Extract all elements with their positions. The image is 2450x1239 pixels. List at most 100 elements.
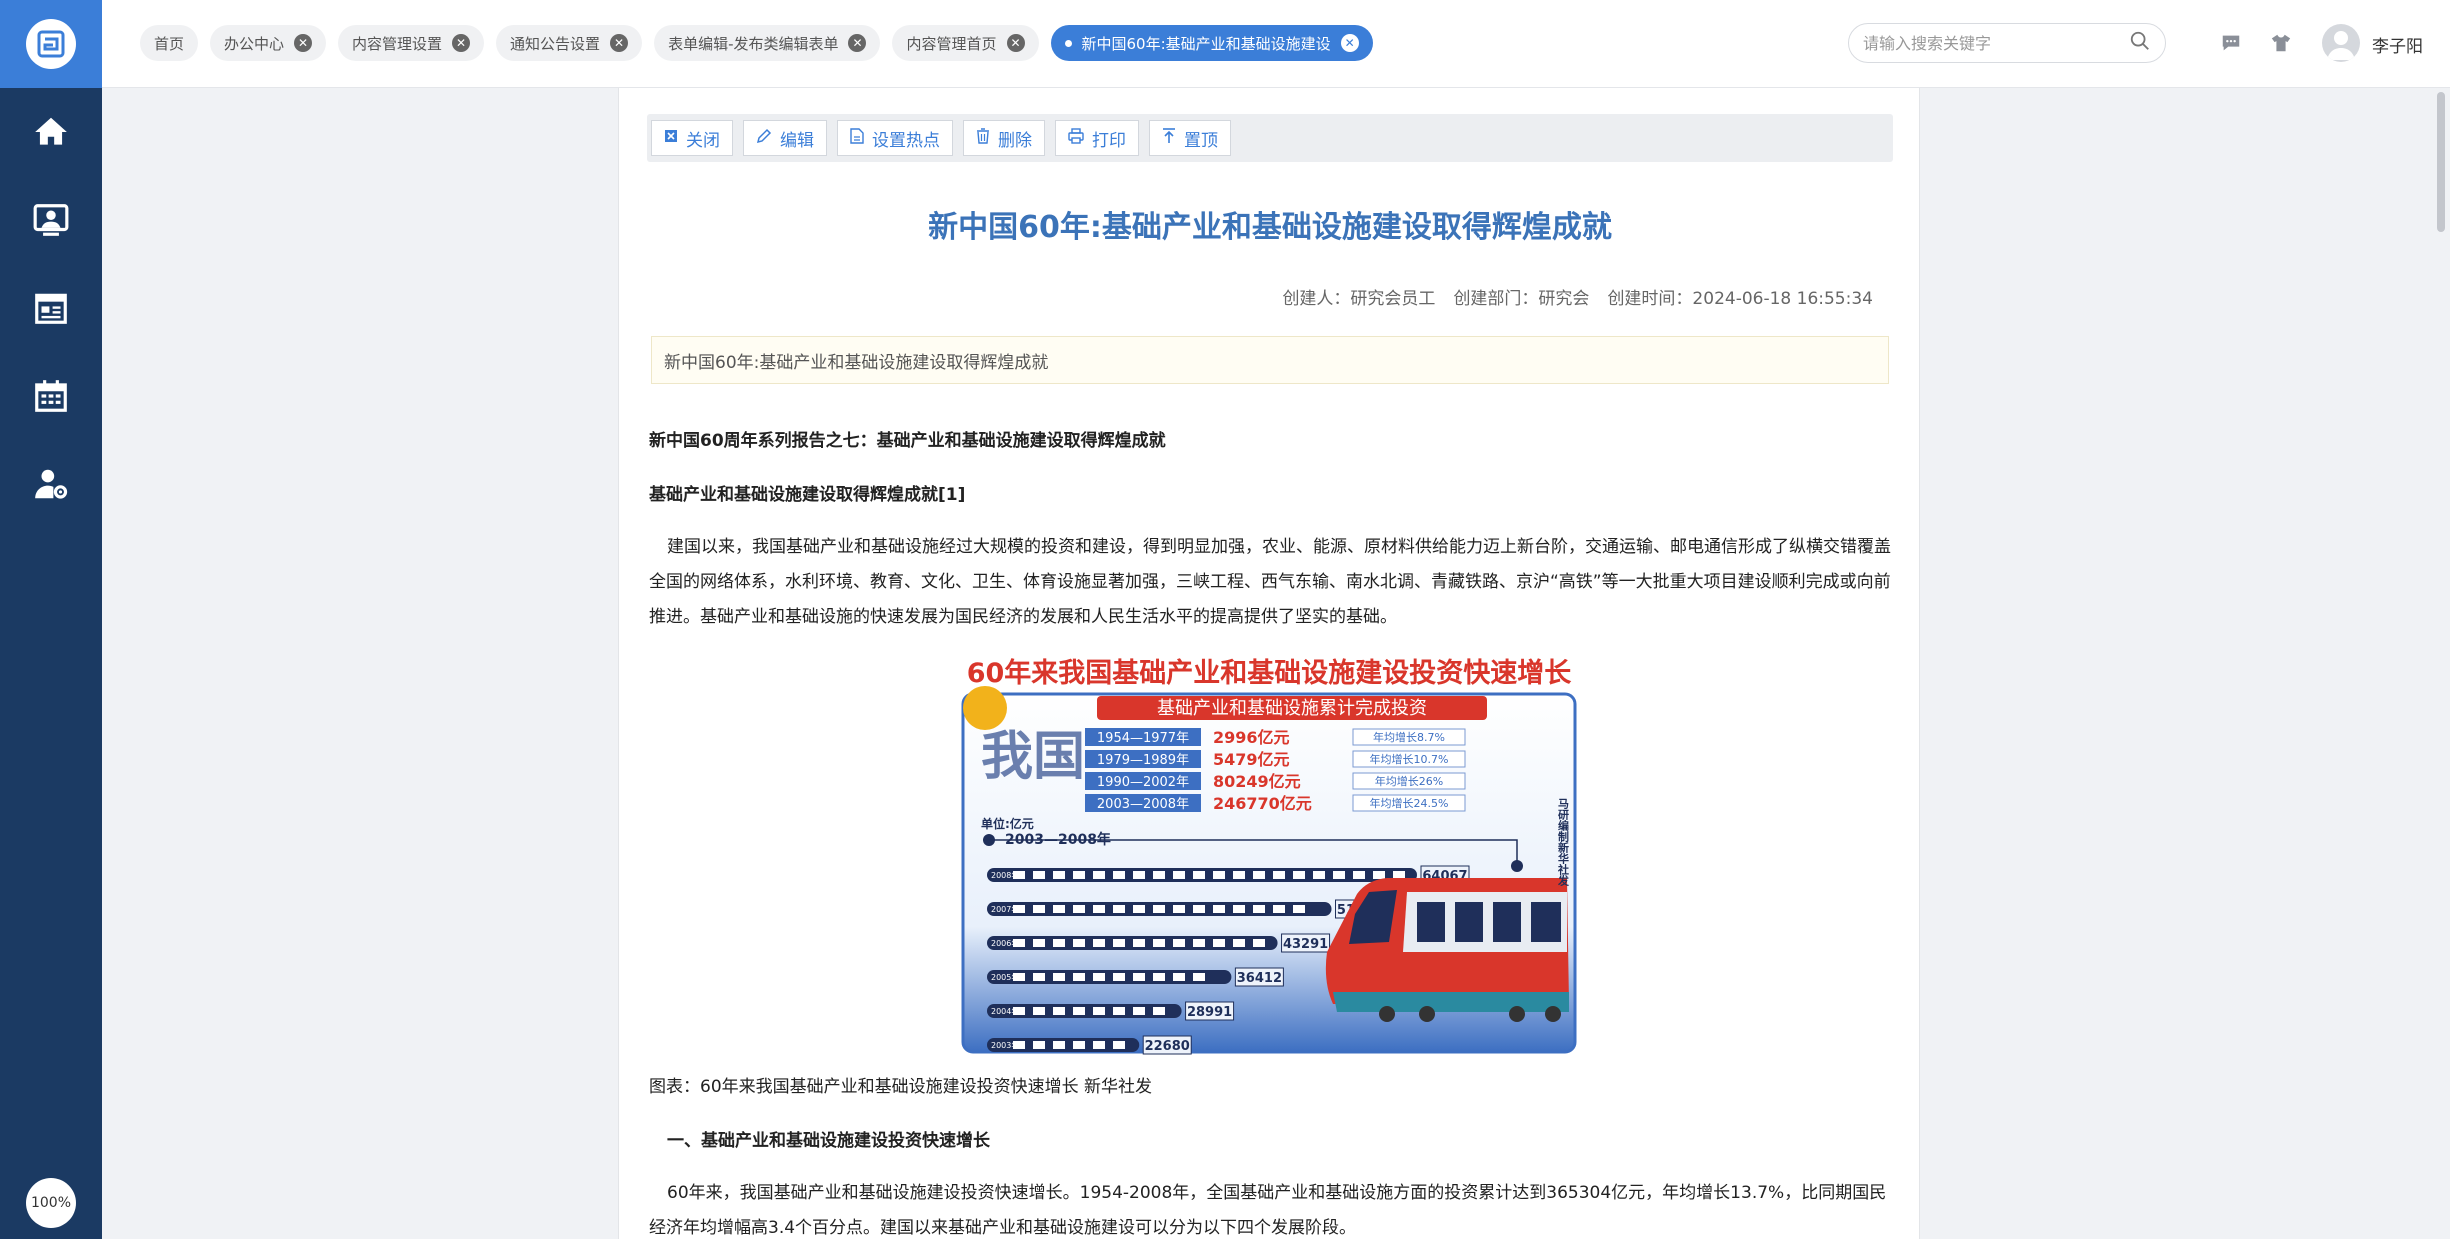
tab-article-active[interactable]: 新中国60年:基础产业和基础设施建设 ✕ xyxy=(1050,25,1373,61)
bar-segment xyxy=(1093,973,1105,981)
app-logo[interactable] xyxy=(0,0,102,88)
bar-segment xyxy=(1213,939,1225,947)
bar-segment xyxy=(1233,939,1245,947)
active-dot-icon xyxy=(1064,39,1072,47)
period-growth: 年均增长10.7% xyxy=(1370,752,1449,766)
close-icon[interactable]: ✕ xyxy=(452,34,471,52)
bar-segment xyxy=(1073,905,1085,913)
bar-category-label: 2008年 xyxy=(991,870,1019,880)
bar-segment xyxy=(1213,871,1225,879)
bar-segment xyxy=(1053,1007,1065,1015)
article-paragraph: 60年来，我国基础产业和基础设施建设投资快速增长。1954-2008年，全国基础… xyxy=(649,1183,1887,1238)
bar-segment xyxy=(1253,939,1265,947)
close-button[interactable]: 关闭 xyxy=(651,120,733,156)
bar-segment xyxy=(1353,871,1365,879)
bar-segment xyxy=(1033,905,1045,913)
bar-value-label: 43291 xyxy=(1283,937,1328,952)
tab-label: 办公中心 xyxy=(224,34,285,53)
user-settings-icon[interactable] xyxy=(0,440,102,528)
bar-segment xyxy=(1153,939,1165,947)
hotspot-label: 设置热点 xyxy=(872,130,940,151)
edit-label: 编辑 xyxy=(780,130,814,151)
bar-segment xyxy=(1133,905,1145,913)
delete-label: 删除 xyxy=(998,130,1032,151)
down-arrow-icon xyxy=(1511,860,1523,872)
document-toolbar: 关闭 编辑 设置热点 删除 打印 置顶 xyxy=(647,114,1893,162)
bar-segment xyxy=(1213,905,1225,913)
trash-icon xyxy=(976,127,990,149)
pencil-icon xyxy=(756,128,772,149)
sun-icon xyxy=(963,686,1007,730)
avatar[interactable] xyxy=(2322,24,2360,62)
tab-home[interactable]: 首页 xyxy=(140,25,199,61)
bar-segment xyxy=(1173,871,1185,879)
bar-segment xyxy=(1173,939,1185,947)
period-label: 2003—2008年 xyxy=(1097,797,1189,812)
bar-segment xyxy=(1153,871,1165,879)
bar-segment xyxy=(1273,871,1285,879)
delete-button[interactable]: 删除 xyxy=(963,120,1045,156)
source-side-text: 马研编制新华社发 xyxy=(1557,798,1571,887)
close-icon[interactable]: ✕ xyxy=(848,34,867,52)
bar-value-label: 36412 xyxy=(1237,971,1282,986)
bar-segment xyxy=(1053,973,1065,981)
tab-form-edit[interactable]: 表单编辑-发布类编辑表单 ✕ xyxy=(654,25,881,61)
username[interactable]: 李子阳 xyxy=(2372,32,2423,57)
bar-segment xyxy=(1253,871,1265,879)
search-icon[interactable] xyxy=(2129,30,2151,56)
tab-notice-settings[interactable]: 通知公告设置 ✕ xyxy=(496,25,643,61)
message-icon[interactable] xyxy=(2218,30,2244,56)
bar-category-label: 2006年 xyxy=(991,938,1019,948)
pin-top-label: 置顶 xyxy=(1184,130,1218,151)
close-icon[interactable]: ✕ xyxy=(610,34,629,52)
bar-segment xyxy=(1133,871,1145,879)
user-screen-icon[interactable] xyxy=(0,176,102,264)
period-label: 1954—1977年 xyxy=(1097,731,1189,746)
zoom-level[interactable]: 100% xyxy=(26,1178,76,1228)
bar-segment xyxy=(1093,939,1105,947)
bar-segment xyxy=(1093,1041,1105,1049)
bar-segment xyxy=(1073,939,1085,947)
period-growth: 年均增长24.5% xyxy=(1370,796,1449,810)
tab-label: 新中国60年:基础产业和基础设施建设 xyxy=(1081,34,1331,53)
bar-value-label: 22680 xyxy=(1145,1039,1190,1054)
tab-content-settings[interactable]: 内容管理设置 ✕ xyxy=(338,25,485,61)
bar-segment xyxy=(1153,905,1165,913)
sidebar: 100% xyxy=(0,0,102,1239)
set-hotspot-button[interactable]: 设置热点 xyxy=(837,120,953,156)
news-icon[interactable] xyxy=(0,264,102,352)
close-icon[interactable]: ✕ xyxy=(1340,34,1359,52)
period-amount: 80249亿元 xyxy=(1213,772,1301,791)
bar-segment xyxy=(1173,973,1185,981)
bar-category-label: 2005年 xyxy=(991,972,1019,982)
tab-bar: 首页 办公中心 ✕ 内容管理设置 ✕ 通知公告设置 ✕ 表单编辑-发布类编辑表单 ✕ 内… xyxy=(140,25,1373,61)
bar-segment xyxy=(1053,939,1065,947)
tab-content-home[interactable]: 内容管理首页 ✕ xyxy=(892,25,1039,61)
bar-segment xyxy=(1113,871,1125,879)
bar-value-label: 28991 xyxy=(1187,1005,1232,1020)
tab-office-center[interactable]: 办公中心 ✕ xyxy=(210,25,327,61)
bar-segment xyxy=(1033,1007,1045,1015)
infographic-caption: 图表：60年来我国基础产业和基础设施建设投资快速增长 新华社发 xyxy=(649,1077,1153,1097)
home-icon[interactable] xyxy=(0,88,102,176)
bar-segment xyxy=(1093,1007,1105,1015)
calendar-icon[interactable] xyxy=(0,352,102,440)
period-label: 1990—2002年 xyxy=(1097,775,1189,790)
bar-segment xyxy=(1033,871,1045,879)
shirt-icon[interactable] xyxy=(2268,30,2294,56)
article-summary: 新中国60年:基础产业和基础设施建设取得辉煌成就 xyxy=(651,336,1889,384)
search-input[interactable] xyxy=(1863,33,2129,53)
period-amount: 246770亿元 xyxy=(1213,794,1312,813)
print-button[interactable]: 打印 xyxy=(1055,120,1139,156)
bar-segment xyxy=(1113,1007,1125,1015)
scrollbar[interactable] xyxy=(2432,88,2450,1239)
close-icon[interactable]: ✕ xyxy=(294,34,313,52)
scrollbar-thumb[interactable] xyxy=(2437,92,2445,232)
search-box xyxy=(1848,23,2166,63)
bar-segment xyxy=(1333,871,1345,879)
close-icon[interactable]: ✕ xyxy=(1006,34,1025,52)
edit-button[interactable]: 编辑 xyxy=(743,120,827,156)
bar-segment xyxy=(1233,905,1245,913)
tab-label: 表单编辑-发布类编辑表单 xyxy=(668,34,839,53)
pin-top-button[interactable]: 置顶 xyxy=(1149,120,1231,156)
